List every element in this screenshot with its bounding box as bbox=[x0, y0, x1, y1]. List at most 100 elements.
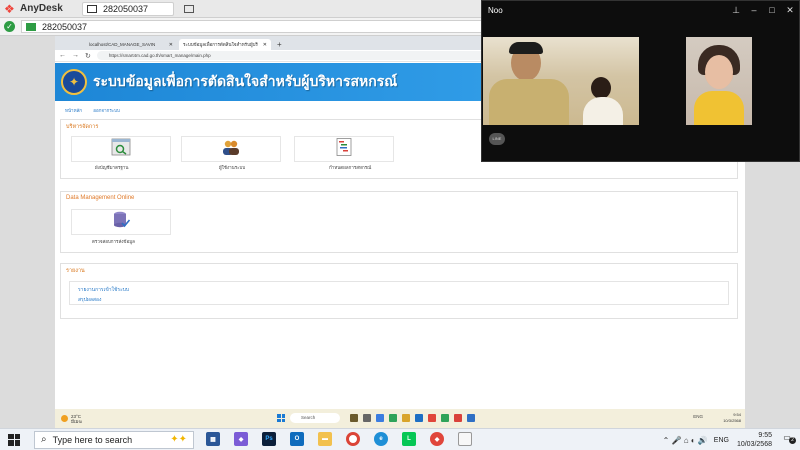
chart-of-accounts-icon bbox=[111, 138, 131, 156]
remote-start-icon[interactable] bbox=[277, 414, 285, 422]
browser-tab[interactable]: localhost/CAD_MANAGE_SAVIN ✕ bbox=[85, 39, 177, 50]
anydesk-address-text: 282050037 bbox=[42, 21, 88, 32]
reload-icon[interactable]: ↻ bbox=[85, 52, 91, 60]
tile-label: กำหนดผลการสหกรณ์ bbox=[329, 165, 372, 170]
taskbar-search[interactable]: ⌕ Type here to search ✦✦ bbox=[34, 430, 194, 449]
pin-icon[interactable]: ⊥ bbox=[727, 5, 745, 16]
file-explorer-icon[interactable]: ▬ bbox=[318, 432, 332, 446]
monitor-icon bbox=[87, 4, 97, 13]
weather-text: มีเมฆ bbox=[71, 418, 82, 424]
panel-title: รายงาน bbox=[66, 268, 85, 274]
close-icon[interactable]: ✕ bbox=[263, 42, 267, 48]
breadcrumb-logout[interactable]: ออกจากระบบ bbox=[93, 108, 120, 113]
video-feed-self bbox=[686, 37, 752, 125]
participant-face bbox=[705, 55, 733, 89]
windows-taskbar: ⌕ Type here to search ✦✦ ▦ ◆ Ps O ▬ e L … bbox=[0, 428, 800, 450]
site-logo: ✦ bbox=[61, 69, 87, 95]
folder-icon[interactable] bbox=[402, 414, 410, 422]
system-tray: ⌃ 🎤 ⌂ ◐ 🔊 ENG 9:55 10/03/2568 ▭ 2 bbox=[663, 429, 800, 450]
connected-check-icon: ✓ bbox=[4, 21, 15, 32]
back-icon[interactable]: ← bbox=[59, 52, 66, 59]
start-icon[interactable] bbox=[8, 433, 20, 446]
tile-data-check[interactable] bbox=[71, 209, 171, 235]
anydesk-app-name: AnyDesk bbox=[20, 3, 63, 14]
tray-icons[interactable]: ⌃ 🎤 ⌂ ◐ 🔊 bbox=[663, 436, 708, 445]
forward-icon[interactable]: → bbox=[72, 52, 79, 59]
anydesk-logo: ❖ AnyDesk bbox=[0, 3, 82, 15]
remote-weather[interactable]: 23°C มีเมฆ bbox=[61, 414, 82, 424]
panel-title: Data Management Online bbox=[66, 195, 135, 201]
site-title: ระบบข้อมูลเพื่อการตัดสินใจสำหรับผู้บริหา… bbox=[93, 73, 398, 89]
browser-tab-label: localhost/CAD_MANAGE_SAVIN bbox=[89, 42, 156, 47]
app-icon[interactable] bbox=[363, 414, 371, 422]
participant-body bbox=[694, 91, 744, 125]
app-icon[interactable] bbox=[428, 414, 436, 422]
anydesk-icon[interactable]: ◆ bbox=[430, 432, 444, 446]
app-icon[interactable] bbox=[454, 414, 462, 422]
breadcrumb-home[interactable]: หน้าหลัก bbox=[65, 108, 82, 113]
remote-taskbar: 23°C มีเมฆ Search ENG 9:54 10/3/2568 bbox=[55, 409, 745, 428]
minimize-icon[interactable]: – bbox=[745, 5, 763, 16]
remote-tray-icons: ENG bbox=[693, 414, 703, 419]
browser-tab-active[interactable]: ระบบข้อมูลเพื่อการตัดสินใจสำหรับผู้บริ ✕ bbox=[179, 39, 271, 50]
screen-icon bbox=[26, 22, 36, 31]
remote-taskbar-apps bbox=[350, 414, 480, 422]
anydesk-address-field[interactable]: 282050037 bbox=[21, 20, 491, 33]
users-icon bbox=[223, 140, 239, 155]
session-id: 282050037 bbox=[103, 3, 149, 14]
input-language[interactable]: ENG bbox=[714, 437, 729, 444]
video-call-title: Noo bbox=[488, 5, 503, 15]
new-tab-icon[interactable]: + bbox=[277, 40, 282, 50]
remote-clock[interactable]: 9:54 10/3/2568 bbox=[723, 412, 741, 424]
copilot-icon[interactable]: ◆ bbox=[234, 432, 248, 446]
participant-face bbox=[591, 77, 611, 99]
participant-hair bbox=[509, 42, 543, 54]
monitor-icon[interactable] bbox=[184, 4, 194, 13]
notification-icon[interactable]: ▭ 2 bbox=[778, 433, 796, 447]
app-icon[interactable] bbox=[467, 414, 475, 422]
app-icon[interactable] bbox=[415, 414, 423, 422]
maximize-icon[interactable]: □ bbox=[763, 5, 781, 16]
search-icon: ⌕ bbox=[41, 434, 47, 445]
line-icon[interactable]: L bbox=[402, 432, 416, 446]
app-icon[interactable] bbox=[350, 414, 358, 422]
chrome-icon[interactable] bbox=[346, 432, 360, 446]
store-icon[interactable]: ▦ bbox=[206, 432, 220, 446]
search-placeholder: Type here to search bbox=[52, 434, 133, 445]
clock[interactable]: 9:55 10/03/2568 bbox=[737, 431, 772, 449]
tile-users[interactable] bbox=[181, 136, 281, 162]
participant-body bbox=[489, 79, 569, 125]
database-check-icon bbox=[114, 211, 131, 228]
outlook-icon[interactable]: O bbox=[290, 432, 304, 446]
close-icon[interactable]: ✕ bbox=[781, 5, 799, 16]
tile-chart-of-accounts[interactable] bbox=[71, 136, 171, 162]
browser-tab-label: ระบบข้อมูลเพื่อการตัดสินใจสำหรับผู้บริ bbox=[183, 42, 258, 47]
remote-search-box[interactable]: Search bbox=[290, 413, 340, 423]
anydesk-session-tab[interactable]: 282050037 bbox=[82, 1, 174, 16]
report-link-usage[interactable]: รายงานการเข้าใช้ระบบ bbox=[78, 286, 728, 294]
gantt-icon bbox=[336, 138, 352, 156]
app-icon[interactable] bbox=[441, 414, 449, 422]
weather-icon bbox=[61, 415, 68, 422]
tile-gantt[interactable] bbox=[294, 136, 394, 162]
sparkle-icon: ✦✦ bbox=[170, 434, 187, 445]
reports-panel: รายงาน รายงานการเข้าใช้ระบบ สรุปผลสอง bbox=[60, 263, 738, 319]
video-feed-main bbox=[483, 37, 639, 125]
tile-label: ผู้ใช้งานระบบ bbox=[219, 165, 246, 170]
video-call-header: Noo ⊥ – □ ✕ bbox=[482, 1, 799, 19]
tile-label: ตรวจสอบการส่งข้อมูล bbox=[92, 239, 135, 244]
participant-body bbox=[583, 97, 623, 125]
close-icon[interactable]: ✕ bbox=[169, 42, 173, 48]
app-icon[interactable] bbox=[389, 414, 397, 422]
report-link-summary[interactable]: สรุปผลสอง bbox=[78, 296, 728, 304]
line-logo-icon: LINE bbox=[489, 133, 505, 145]
time: 9:55 bbox=[758, 432, 772, 439]
url-bar[interactable]: https://smart4m.cad.go.th/smart_manage/m… bbox=[96, 51, 497, 60]
video-call-window[interactable]: Noo ⊥ – □ ✕ LINE bbox=[481, 0, 800, 162]
document-icon[interactable] bbox=[458, 432, 472, 446]
remote-tray-lang[interactable]: ENG bbox=[693, 414, 703, 419]
app-icon[interactable] bbox=[376, 414, 384, 422]
edge-icon[interactable]: e bbox=[374, 432, 388, 446]
photoshop-icon[interactable]: Ps bbox=[262, 432, 276, 446]
anydesk-logo-icon: ❖ bbox=[4, 1, 15, 16]
